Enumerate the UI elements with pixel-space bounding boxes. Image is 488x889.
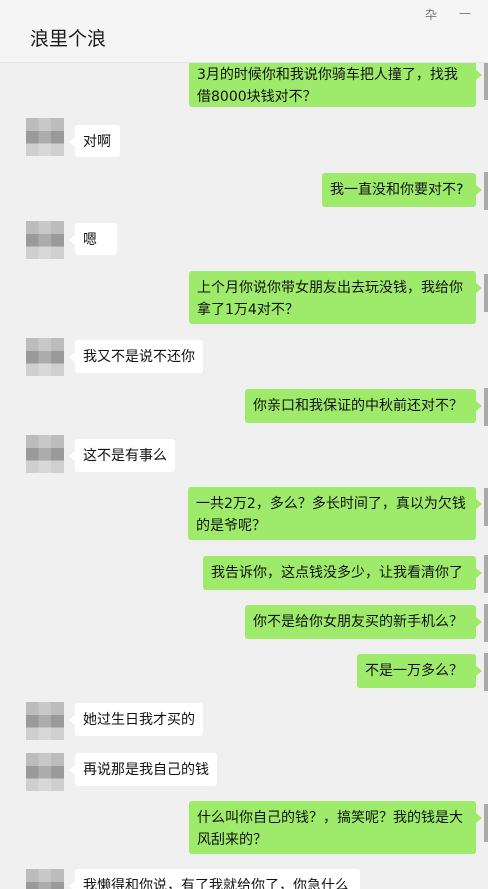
title-bar: 浪里个浪 卆 —: [0, 0, 488, 63]
message-bubble-sent[interactable]: 不是一万多么？: [357, 654, 482, 688]
message-bubble-received[interactable]: 这不是有事么: [69, 439, 175, 472]
message-bubble-sent[interactable]: 什么叫你自己的钱？，搞笑呢？我的钱是大风刮来的？: [189, 801, 482, 854]
avatar[interactable]: [484, 388, 488, 426]
message-bubble-received[interactable]: 再说那是我自己的钱: [69, 753, 217, 786]
avatar[interactable]: [484, 172, 488, 210]
avatar[interactable]: [26, 435, 64, 473]
message-bubble-received[interactable]: 对啊: [69, 125, 120, 157]
avatar[interactable]: [484, 555, 488, 593]
avatar[interactable]: [484, 488, 488, 526]
avatar[interactable]: [484, 804, 488, 842]
message-bubble-sent[interactable]: 一共2万2，多么？多长时间了，真以为欠钱的是爷呢？: [188, 487, 482, 540]
avatar[interactable]: [26, 118, 64, 156]
message-bubble-sent[interactable]: 我一直没和你要对不?: [322, 173, 482, 207]
message-bubble-received[interactable]: 我又不是说不还你: [69, 340, 203, 373]
chat-window: 3月的时候你和我说你骑车把人撞了，找我借8000块钱对不？ 对啊 我一直没和你要…: [0, 0, 488, 889]
message-bubble-sent[interactable]: 上个月你说你带女朋友出去玩没钱，我给你拿了1万4对不？: [189, 271, 482, 324]
minimize-icon[interactable]: —: [456, 6, 474, 20]
avatar[interactable]: [26, 869, 64, 889]
message-bubble-received[interactable]: 嗯: [69, 223, 117, 255]
message-bubble-sent[interactable]: 你不是给你女朋友买的新手机么？: [245, 605, 482, 639]
avatar[interactable]: [484, 604, 488, 642]
message-bubble-received[interactable]: 我懒得和你说，有了我就给你了，你急什么: [69, 869, 360, 889]
avatar[interactable]: [26, 221, 64, 259]
avatar[interactable]: [484, 274, 488, 312]
message-bubble-sent[interactable]: 我告诉你，这点钱没多少，让我看清你了: [203, 556, 482, 590]
message-list[interactable]: 3月的时候你和我说你骑车把人撞了，找我借8000块钱对不？ 对啊 我一直没和你要…: [0, 0, 488, 889]
avatar[interactable]: [484, 62, 488, 100]
avatar[interactable]: [26, 753, 64, 791]
message-bubble-sent[interactable]: 3月的时候你和我说你骑车把人撞了，找我借8000块钱对不？: [189, 58, 482, 107]
message-bubble-sent[interactable]: 你亲口和我保证的中秋前还对不？: [245, 389, 482, 423]
avatar[interactable]: [484, 653, 488, 691]
pin-icon[interactable]: 卆: [422, 6, 440, 23]
avatar[interactable]: [26, 338, 64, 376]
message-bubble-received[interactable]: 她过生日我才买的: [69, 703, 203, 736]
chat-title: 浪里个浪: [30, 28, 107, 50]
avatar[interactable]: [26, 702, 64, 740]
